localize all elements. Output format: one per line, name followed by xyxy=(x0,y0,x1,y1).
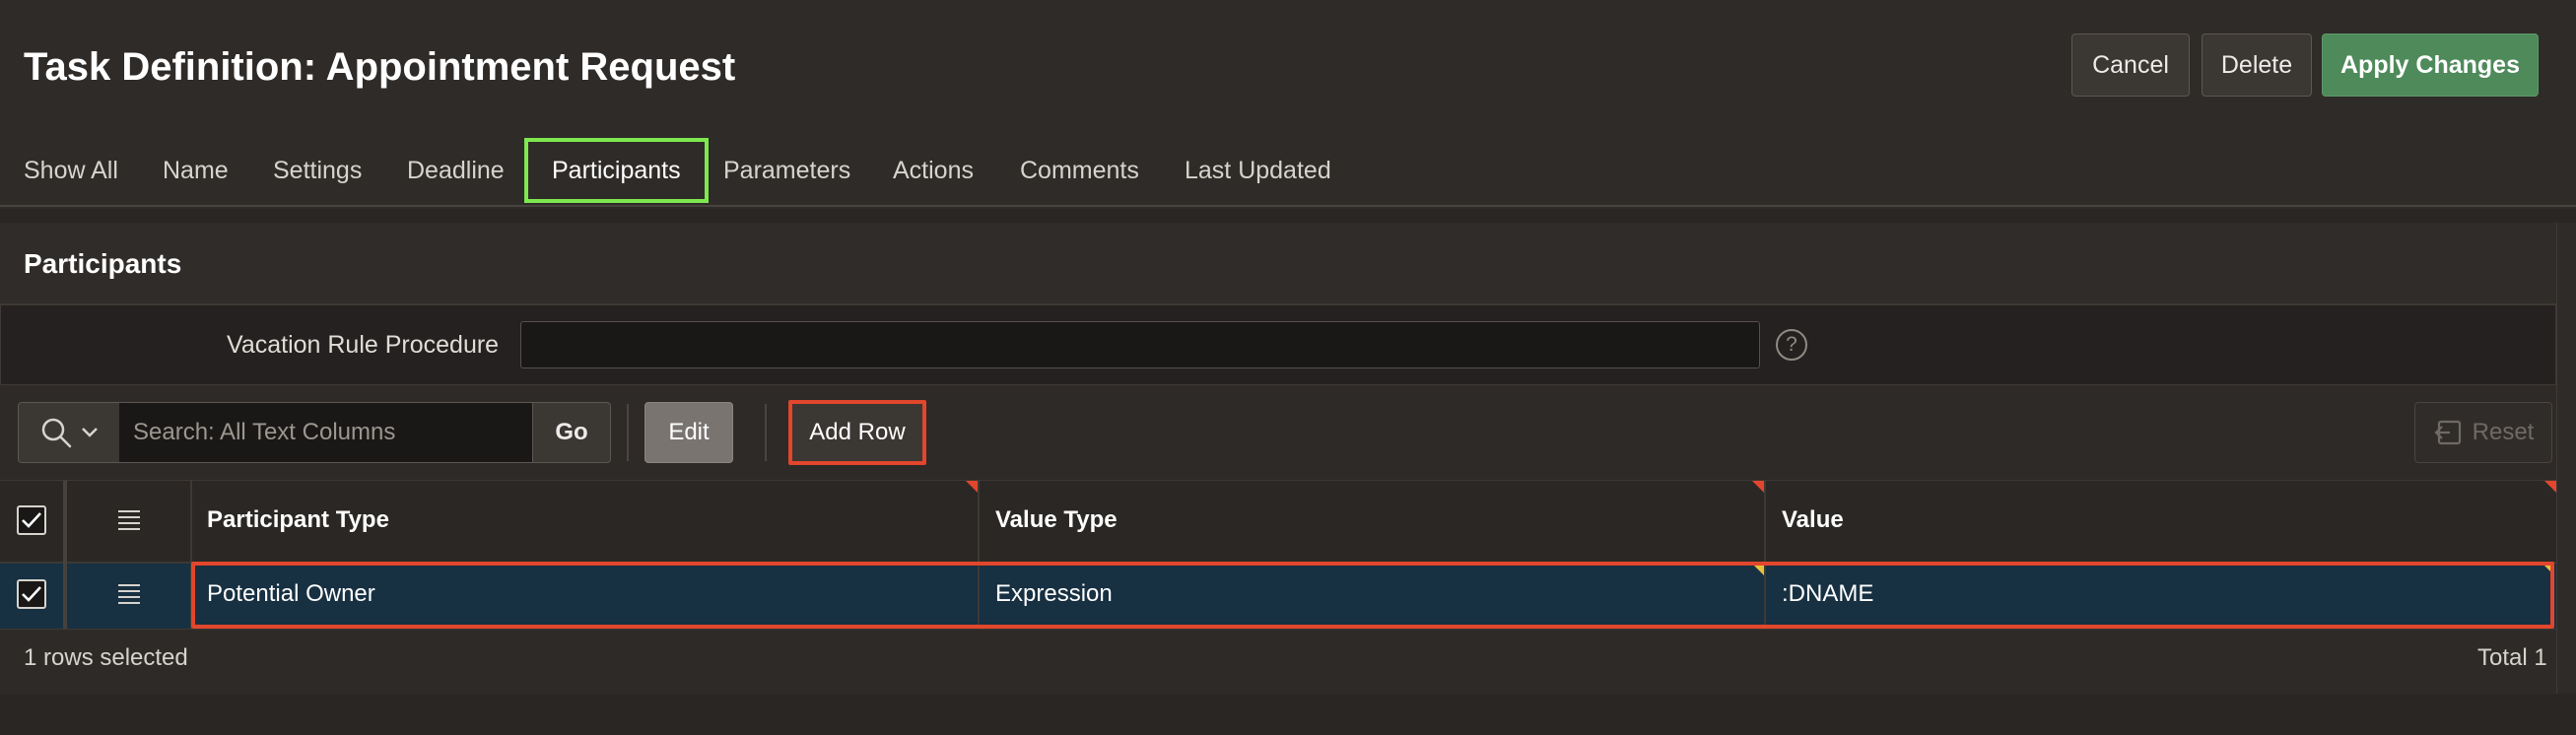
required-marker xyxy=(1752,481,1764,493)
grid-footer xyxy=(0,629,2556,692)
region-title: Participants xyxy=(24,248,182,279)
tab-actions[interactable]: Actions xyxy=(893,138,974,203)
row-actions-icon[interactable] xyxy=(116,582,142,606)
tab-name[interactable]: Name xyxy=(163,138,229,203)
region-header xyxy=(0,223,2556,305)
tab-show-all[interactable]: Show All xyxy=(24,138,118,203)
section-tabs: Show All Name Settings Deadline Particip… xyxy=(0,138,2576,207)
region-edge xyxy=(2556,223,2576,694)
column-header-participant-type[interactable]: Participant Type xyxy=(207,502,389,538)
rows-selected-status: 1 rows selected xyxy=(24,644,188,671)
required-marker xyxy=(2544,481,2556,493)
toolbar-separator xyxy=(765,404,767,461)
help-icon[interactable]: ? xyxy=(1776,329,1807,361)
row-select-checkbox[interactable] xyxy=(17,579,46,609)
search-input[interactable] xyxy=(119,402,533,463)
search-column-selector[interactable] xyxy=(18,402,120,463)
row-actions-header-icon[interactable] xyxy=(116,508,142,532)
reset-button[interactable]: Reset xyxy=(2414,402,2552,463)
tab-last-updated[interactable]: Last Updated xyxy=(1185,138,1331,203)
go-button[interactable]: Go xyxy=(532,402,611,463)
total-count: Total 1 xyxy=(2477,644,2547,671)
column-separator xyxy=(63,481,67,629)
check-icon xyxy=(22,512,41,528)
reset-icon xyxy=(2434,420,2461,445)
chevron-down-icon xyxy=(82,428,98,437)
check-icon xyxy=(22,586,41,602)
select-all-checkbox[interactable] xyxy=(17,505,46,535)
tabs-divider xyxy=(0,205,2576,207)
magnifier-icon xyxy=(41,418,72,448)
column-header-value-type[interactable]: Value Type xyxy=(995,502,1118,538)
vacation-rule-label: Vacation Rule Procedure xyxy=(227,331,500,359)
required-marker xyxy=(966,481,978,493)
tab-parameters[interactable]: Parameters xyxy=(723,138,850,203)
tab-comments[interactable]: Comments xyxy=(1020,138,1139,203)
edit-button[interactable]: Edit xyxy=(644,402,733,463)
vacation-rule-input[interactable] xyxy=(520,321,1760,368)
tab-settings[interactable]: Settings xyxy=(273,138,362,203)
page-title: Task Definition: Appointment Request xyxy=(24,45,736,89)
column-header-value[interactable]: Value xyxy=(1782,502,1844,538)
delete-button[interactable]: Delete xyxy=(2202,33,2312,97)
tab-participants[interactable]: Participants xyxy=(524,138,709,203)
apply-changes-button[interactable]: Apply Changes xyxy=(2322,33,2539,97)
reset-label: Reset xyxy=(2472,419,2535,445)
cancel-button[interactable]: Cancel xyxy=(2071,33,2190,97)
toolbar-separator xyxy=(627,404,629,461)
tab-deadline[interactable]: Deadline xyxy=(407,138,505,203)
spacer-strip xyxy=(0,209,2576,223)
row-highlight-outline xyxy=(191,562,2554,629)
bottom-strip xyxy=(0,694,2576,735)
add-row-button[interactable]: Add Row xyxy=(788,400,926,465)
